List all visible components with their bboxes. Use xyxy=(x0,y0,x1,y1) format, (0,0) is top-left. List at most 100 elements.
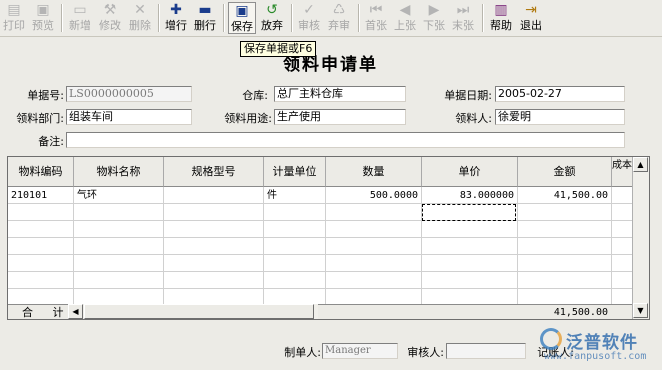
usage-label: 领料用途: xyxy=(224,112,272,125)
warehouse-label: 仓库: xyxy=(242,89,268,102)
col-divider xyxy=(73,204,74,304)
exit-label: 退出 xyxy=(520,19,542,32)
vertical-scrollbar[interactable]: ▲ ▼ xyxy=(632,157,649,319)
audit-label: 审核 xyxy=(298,19,320,32)
next-label: 下张 xyxy=(423,19,445,32)
usage-field[interactable]: 生产使用 xyxy=(274,109,406,125)
col-header-price[interactable]: 单价 xyxy=(422,157,518,187)
col-header-spec[interactable]: 规格型号 xyxy=(164,157,264,187)
add-row-label: 增行 xyxy=(165,19,187,32)
total-label: 合 计 xyxy=(22,306,72,319)
first-record-button[interactable]: ⏮ 首张 xyxy=(363,2,389,34)
edit-label: 修改 xyxy=(99,19,121,32)
table-row[interactable] xyxy=(8,204,633,221)
table-row[interactable] xyxy=(8,221,633,238)
col-header-code[interactable]: 物料编码 xyxy=(8,157,74,187)
col-divider xyxy=(163,204,164,304)
col-header-cost[interactable]: 成本 xyxy=(612,157,633,187)
maker-field[interactable]: Manager xyxy=(322,343,398,359)
material-grid: 物料编码 物料名称 规格型号 计量单位 数量 单价 金额 成本 210101 气… xyxy=(7,156,650,320)
warehouse-field[interactable]: 总厂主料仓库 xyxy=(274,86,406,102)
preview-button[interactable]: ▣ 预览 xyxy=(29,2,57,34)
first-label: 首张 xyxy=(365,19,387,32)
total-amount: 41,500.00 xyxy=(553,307,608,318)
prev-icon: ◀ xyxy=(399,2,411,18)
plus-icon: ✚ xyxy=(170,2,182,18)
col-divider xyxy=(611,204,612,304)
doc-no-label: 单据号: xyxy=(27,89,64,102)
auditor-label: 审核人: xyxy=(407,346,444,359)
horizontal-scrollbar[interactable]: ◀ xyxy=(68,304,318,319)
save-label: 保存 xyxy=(231,20,253,33)
discard-button[interactable]: ↺ 放弃 xyxy=(258,2,286,34)
unaudit-icon: ♺ xyxy=(332,2,346,18)
toolbar-separator xyxy=(482,4,484,32)
audit-button[interactable]: ✓ 审核 xyxy=(296,2,322,34)
col-header-qty[interactable]: 数量 xyxy=(326,157,422,187)
scroll-left-icon[interactable]: ◀ xyxy=(68,304,83,319)
col-header-amount[interactable]: 金额 xyxy=(518,157,612,187)
table-row[interactable] xyxy=(8,238,633,255)
receiver-label: 领料人: xyxy=(455,112,492,125)
receiver-field[interactable]: 徐爱明 xyxy=(495,109,625,125)
discard-label: 放弃 xyxy=(261,19,283,32)
cell-price[interactable]: 83.000000 xyxy=(422,187,518,204)
scroll-up-icon[interactable]: ▲ xyxy=(633,157,648,172)
delete-label: 删除 xyxy=(129,19,151,32)
delete-row-button[interactable]: ▬ 删行 xyxy=(192,2,218,34)
col-divider xyxy=(263,204,264,304)
delete-row-label: 删行 xyxy=(194,19,216,32)
edit-button[interactable]: ⚒ 修改 xyxy=(96,2,124,34)
first-icon: ⏮ xyxy=(369,2,383,18)
dept-label: 领料部门: xyxy=(16,112,64,125)
hammer-icon: ⚒ xyxy=(103,2,117,18)
scroll-down-icon[interactable]: ▼ xyxy=(633,303,648,318)
next-record-button[interactable]: ▶ 下张 xyxy=(421,2,447,34)
book-icon: ▥ xyxy=(494,2,508,18)
table-row[interactable] xyxy=(8,255,633,272)
cell-qty[interactable]: 500.0000 xyxy=(326,187,422,204)
last-label: 末张 xyxy=(452,19,474,32)
toolbar-separator xyxy=(291,4,293,32)
dept-field[interactable]: 组装车间 xyxy=(66,109,192,125)
cell-spec[interactable] xyxy=(164,187,264,204)
add-row-button[interactable]: ✚ 增行 xyxy=(163,2,189,34)
cell-name[interactable]: 气环 xyxy=(74,187,164,204)
save-button[interactable]: ▣ 保存 xyxy=(228,2,256,34)
exit-button[interactable]: ⇥ 退出 xyxy=(517,2,545,34)
door-exit-icon: ⇥ xyxy=(525,2,537,18)
remark-field[interactable] xyxy=(66,132,625,148)
delete-button[interactable]: ✕ 删除 xyxy=(126,2,154,34)
print-button[interactable]: ▤ 打印 xyxy=(1,2,27,34)
focused-cell[interactable] xyxy=(422,204,516,221)
doc-date-field[interactable]: 2005-02-27 xyxy=(495,86,625,102)
unaudit-label: 弃审 xyxy=(328,19,350,32)
add-label: 新增 xyxy=(69,19,91,32)
cell-amount[interactable]: 41,500.00 xyxy=(518,187,612,204)
help-button[interactable]: ▥ 帮助 xyxy=(487,2,515,34)
toolbar-separator xyxy=(223,4,225,32)
print-label: 打印 xyxy=(3,19,25,32)
toolbar-separator xyxy=(358,4,360,32)
table-row[interactable] xyxy=(8,272,633,289)
printer-icon: ▤ xyxy=(7,2,21,18)
cell-unit[interactable]: 件 xyxy=(264,187,326,204)
last-icon: ⏭ xyxy=(456,2,470,18)
floppy-disk-icon: ▣ xyxy=(235,3,249,19)
toolbar-separator xyxy=(61,4,63,32)
watermark-brand: 泛普软件 xyxy=(566,333,638,353)
cell-cost[interactable] xyxy=(612,187,633,204)
add-button[interactable]: ▭ 新增 xyxy=(66,2,94,34)
scrollbar-thumb[interactable] xyxy=(84,304,314,319)
undo-icon: ↺ xyxy=(266,2,278,18)
col-header-unit[interactable]: 计量单位 xyxy=(264,157,326,187)
maker-label: 制单人: xyxy=(284,346,321,359)
unaudit-button[interactable]: ♺ 弃审 xyxy=(325,2,353,34)
cell-code[interactable]: 210101 xyxy=(8,187,74,204)
auditor-field[interactable] xyxy=(446,343,526,359)
col-header-name[interactable]: 物料名称 xyxy=(74,157,164,187)
last-record-button[interactable]: ⏭ 末张 xyxy=(450,2,476,34)
toolbar: ▤ 打印 ▣ 预览 ▭ 新增 ⚒ 修改 ✕ 删除 ✚ 增行 ▬ 删行 ▣ 保存 … xyxy=(0,0,662,37)
prev-record-button[interactable]: ◀ 上张 xyxy=(392,2,418,34)
doc-no-field[interactable]: LS0000000005 xyxy=(66,86,192,102)
